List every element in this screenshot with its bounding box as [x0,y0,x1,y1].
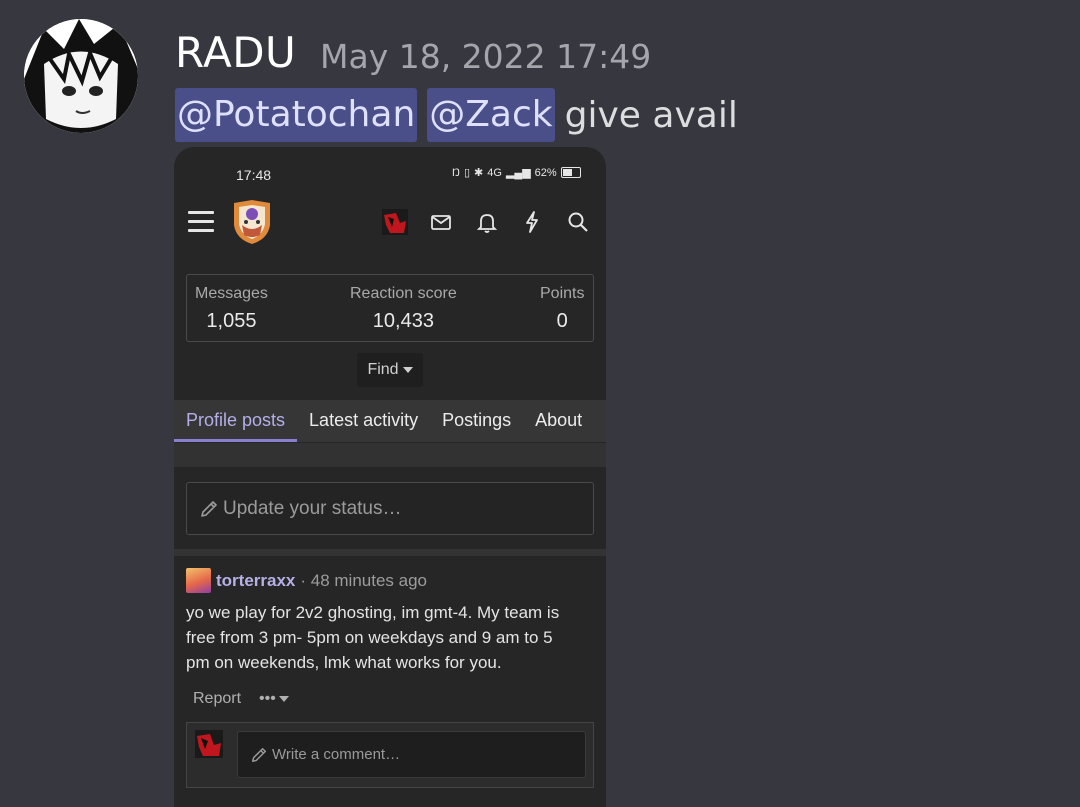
phone-status-bar: 17:48 Ŋ ▯ ✱ 4G ▂▄▆ 62% [174,147,606,199]
stat-label: Points [540,285,585,302]
message-text: give avail [564,94,738,136]
bolt-icon[interactable] [519,209,545,235]
stat-value: 1,055 [206,310,257,332]
status-icons: Ŋ ▯ ✱ 4G ▂▄▆ 62% [452,166,581,179]
mention-potatochan[interactable]: @Potatochan [175,88,418,142]
tab-about[interactable]: About [523,400,594,442]
bell-icon[interactable] [474,209,500,235]
site-navbar [174,199,606,253]
commenter-avatar[interactable] [195,730,223,758]
caret-down-icon [278,696,289,702]
stat-value: 10,433 [372,310,434,332]
user-avatar-small[interactable] [382,209,408,235]
tab-postings[interactable]: Postings [430,400,523,442]
message-content: @Potatochan @Zack give avail [175,88,738,142]
profile-tabs: Profile posts Latest activity Postings A… [174,400,606,442]
stat-label: Reaction score [350,285,457,302]
signal-icon: ▂▄▆ [505,167,531,179]
user-avatar[interactable] [24,19,138,133]
stat-value: 0 [556,310,568,332]
hamburger-icon[interactable] [188,211,214,233]
battery-icon [560,167,581,178]
comment-placeholder: Write a comment… [272,746,401,763]
post-line: free from 3 pm- 5pm on weekdays and 9 am… [186,628,553,647]
vibrate-icon: ▯ [463,167,471,179]
post-line: pm on weekends, lmk what works for you. [186,653,502,672]
pencil-icon [251,747,267,762]
message-author[interactable]: RADU [175,28,296,77]
attached-screenshot[interactable]: 17:48 Ŋ ▯ ✱ 4G ▂▄▆ 62% Messages 1,055 Re… [174,147,606,807]
stat-reaction-score[interactable]: Reaction score 10,433 [350,285,457,333]
more-dots: ••• [259,690,276,707]
tab-latest-activity[interactable]: Latest activity [297,400,430,442]
post-body: yo we play for 2v2 ghosting, im gmt-4. M… [186,600,596,675]
nfc-icon: Ŋ [452,166,460,179]
avatar-illustration [24,19,138,133]
bluetooth-icon: ✱ [474,167,484,179]
stat-points[interactable]: Points 0 [540,285,584,333]
battery-percent: 62% [534,166,557,179]
message-timestamp: May 18, 2022 17:49 [320,37,652,76]
pencil-icon [201,500,217,517]
site-logo[interactable] [230,199,274,245]
mail-icon[interactable] [428,209,454,235]
divider [174,549,606,556]
comment-area: Write a comment… [186,722,594,788]
stat-label: Messages [195,285,268,302]
network-indicator: 4G [487,166,502,179]
stat-messages[interactable]: Messages 1,055 [195,285,268,333]
more-options-button[interactable]: ••• [259,690,289,708]
search-icon[interactable] [565,209,591,235]
post-author-avatar[interactable] [186,568,211,593]
post-header: torterraxx · 48 minutes ago [186,568,427,593]
caret-down-icon [402,367,413,373]
report-link[interactable]: Report [193,690,241,708]
status-update-input[interactable]: Update your status… [186,482,594,535]
profile-stats: Messages 1,055 Reaction score 10,433 Poi… [186,274,594,342]
post-time[interactable]: · 48 minutes ago [300,571,427,591]
tab-profile-posts[interactable]: Profile posts [174,400,298,442]
status-placeholder: Update your status… [223,497,402,519]
post-line: yo we play for 2v2 ghosting, im gmt-4. M… [186,603,560,622]
mention-zack[interactable]: @Zack [427,88,555,142]
find-label: Find [367,361,399,378]
post-author[interactable]: torterraxx [216,571,295,591]
section-band [174,443,606,467]
status-time: 17:48 [236,167,272,183]
find-button[interactable]: Find [357,353,423,387]
post-actions: Report ••• [193,690,289,708]
comment-input[interactable]: Write a comment… [237,731,586,778]
